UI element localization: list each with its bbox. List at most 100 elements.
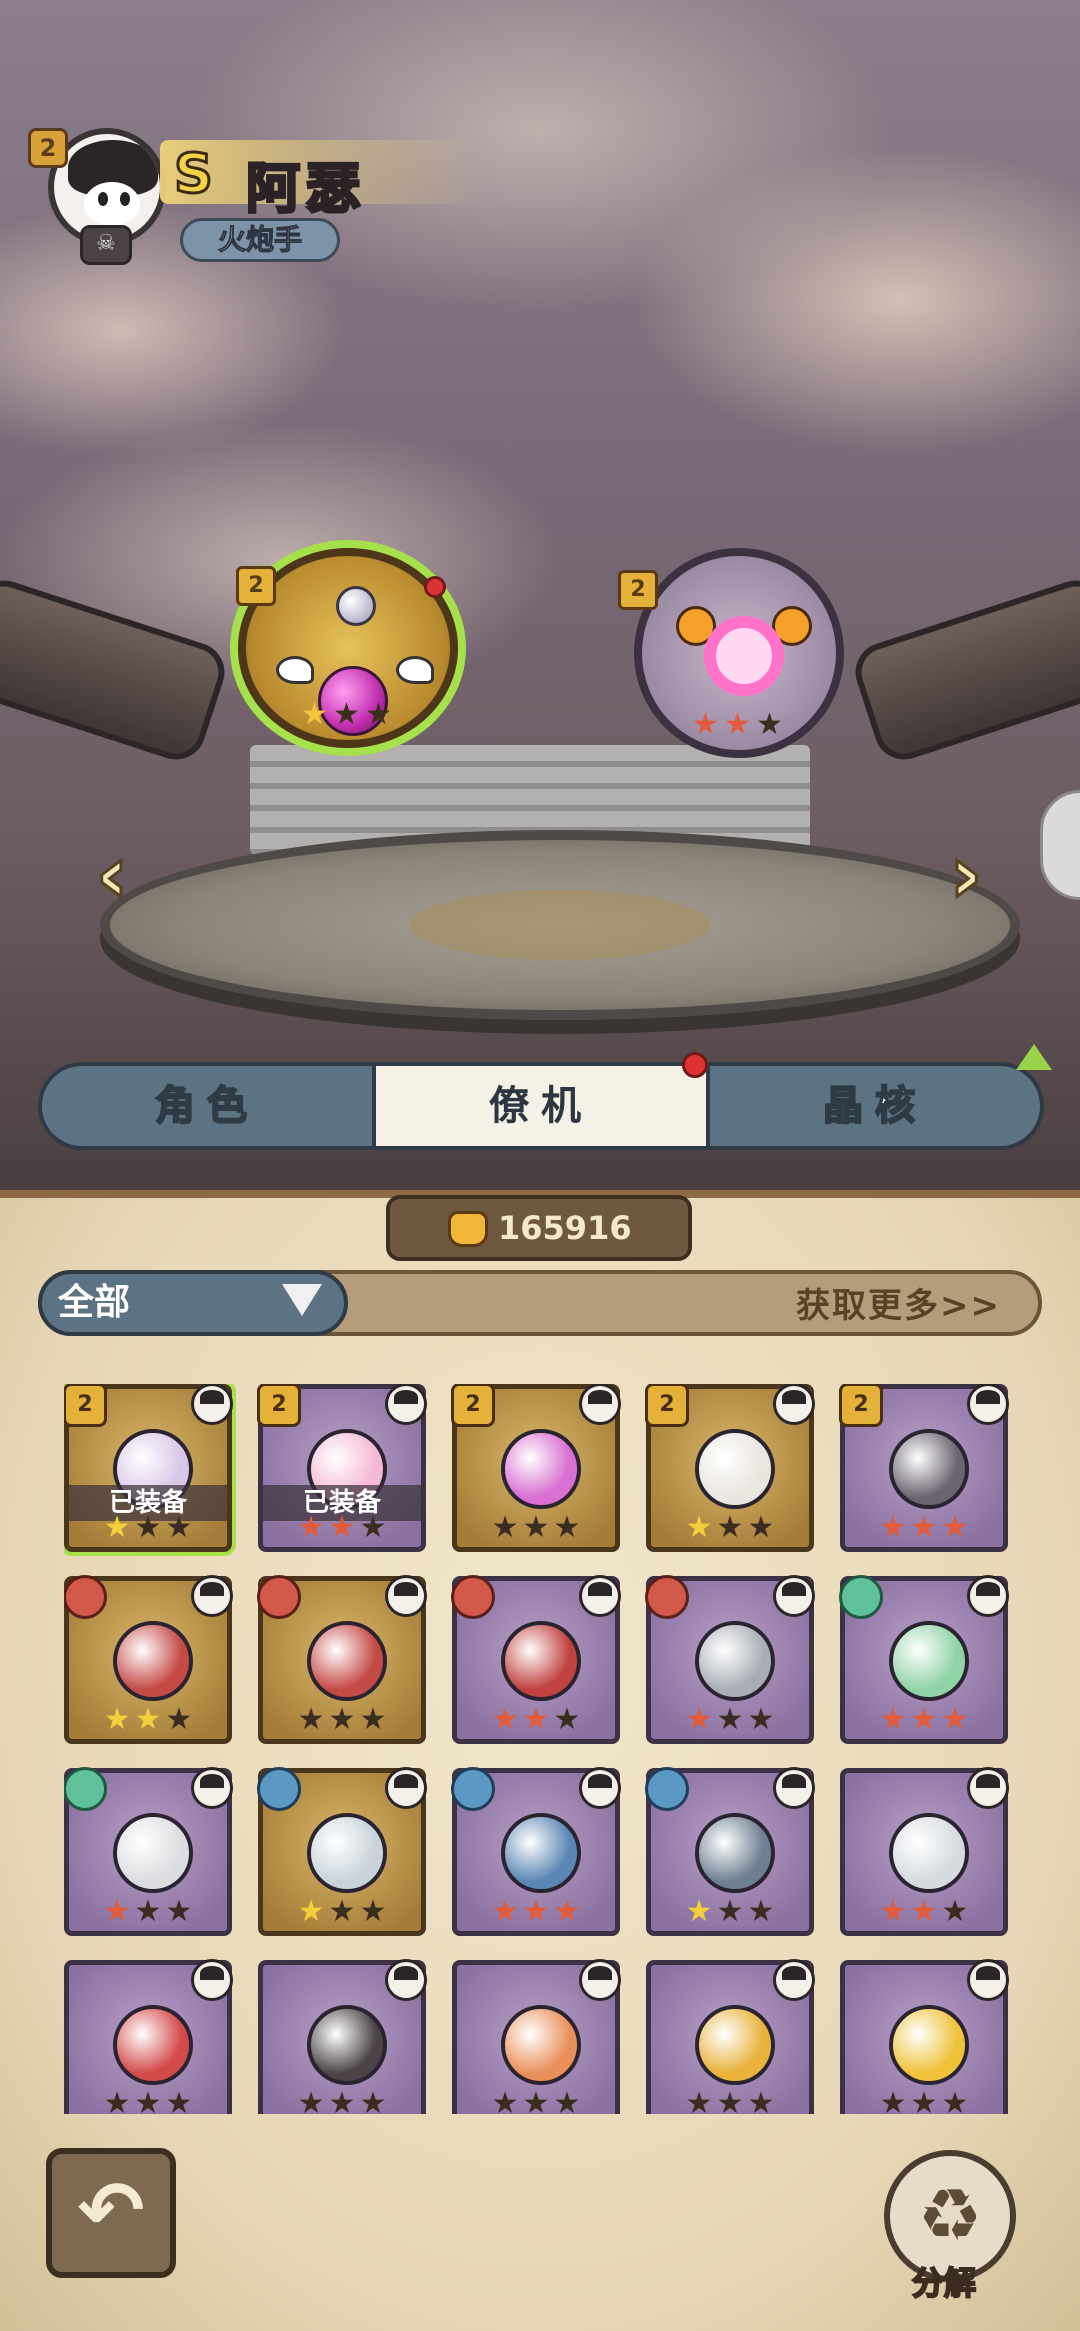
owner-avatar-icon xyxy=(967,1575,1009,1617)
filter-dropdown[interactable]: 全部 xyxy=(38,1270,348,1336)
wingman-item-icon xyxy=(113,1621,193,1701)
wingman-item-icon xyxy=(695,1813,775,1893)
star-icon: ★ xyxy=(553,1894,581,1929)
star-rating: ★ ★ ★ xyxy=(845,1897,1003,1927)
wingman-card[interactable]: ★ ★ ★ xyxy=(645,1767,815,1936)
star-icon: ★ xyxy=(165,2086,193,2115)
orb-icon xyxy=(336,586,376,626)
wingman-item-icon xyxy=(889,1429,969,1509)
element-badge-icon: 2 xyxy=(257,1384,301,1427)
recycle-icon: ♻ xyxy=(917,2173,983,2257)
tab-character[interactable]: 角色 xyxy=(42,1066,372,1146)
wingman-card[interactable]: 2 ★ ★ ★ xyxy=(451,1384,621,1552)
star-icon: ★ xyxy=(134,2086,162,2115)
wingman-item-icon xyxy=(695,1429,775,1509)
star-icon: ★ xyxy=(359,1702,387,1737)
tab-wingman[interactable]: 僚机 xyxy=(372,1052,710,1146)
wingman-card[interactable]: ★ ★ ★ xyxy=(840,1959,1009,2115)
star-icon: ★ xyxy=(103,1894,131,1929)
wingman-item-icon xyxy=(501,2005,581,2085)
star-icon: ★ xyxy=(297,2086,325,2115)
star-icon: ★ xyxy=(941,1510,969,1545)
star-rating: ★ ★ ★ xyxy=(263,1897,421,1927)
wingman-card[interactable]: ★ ★ ★ xyxy=(840,1767,1009,1936)
star-icon: ★ xyxy=(103,1702,131,1737)
star-icon: ★ xyxy=(359,1894,387,1929)
wingman-item-icon xyxy=(307,1813,387,1893)
star-icon: ★ xyxy=(685,1702,713,1737)
star-icon: ★ xyxy=(716,1894,744,1929)
star-icon: ★ xyxy=(134,1702,162,1737)
element-badge-icon xyxy=(257,1575,301,1619)
wingman-card[interactable]: ★ ★ ★ xyxy=(451,1575,621,1744)
owner-avatar-icon xyxy=(773,1767,815,1809)
owner-avatar-icon xyxy=(579,1575,621,1617)
element-badge-icon xyxy=(451,1575,495,1619)
owner-avatar-icon xyxy=(191,1384,233,1425)
star-rating: ★ ★ ★ xyxy=(845,2089,1003,2115)
back-button[interactable]: ↶ xyxy=(46,2148,176,2278)
star-rating: ★ ★ ★ xyxy=(457,1897,615,1927)
wingman-card[interactable]: ★ ★ ★ xyxy=(257,1575,427,1744)
owner-avatar-icon xyxy=(773,1959,815,2001)
wingman-card[interactable]: ★ ★ ★ xyxy=(645,1575,815,1744)
star-rating: ★ ★ ★ xyxy=(69,2086,227,2115)
wingman-card[interactable]: 2 已装备 ★ ★ ★ xyxy=(64,1384,233,1552)
slot-left-level-badge: 2 xyxy=(236,566,276,606)
wingman-item-icon xyxy=(113,2005,193,2085)
left-mech-arm xyxy=(0,572,233,768)
wingman-card[interactable]: ★ ★ ★ xyxy=(258,1959,427,2115)
wingman-card[interactable]: 2 已装备 ★ ★ ★ xyxy=(257,1384,427,1552)
wingman-card[interactable]: ★ ★ ★ xyxy=(452,1959,621,2115)
owner-avatar-icon xyxy=(191,1575,233,1617)
star-icon: ★ xyxy=(522,1702,550,1737)
owner-avatar-icon xyxy=(385,1959,427,2001)
wingman-card[interactable]: 2 ★ ★ ★ xyxy=(839,1384,1009,1552)
star-icon: ★ xyxy=(879,1702,907,1737)
star-icon: ★ xyxy=(941,1702,969,1737)
get-more-link[interactable]: 获取更多>> xyxy=(796,1278,1001,1327)
star-icon: ★ xyxy=(553,1702,581,1737)
hero-class-tag: 火炮手 xyxy=(180,218,340,262)
element-badge-icon xyxy=(839,1575,883,1619)
prev-arrow-button[interactable]: ‹ xyxy=(82,833,142,916)
wingman-card[interactable]: 2 ★ ★ ★ xyxy=(645,1384,815,1552)
currency-display: 165916 xyxy=(386,1195,692,1261)
element-badge-icon xyxy=(64,1767,107,1811)
tab-crystal-core[interactable]: 晶核 xyxy=(710,1044,1052,1146)
star-icon: ★ xyxy=(716,1702,744,1737)
wingman-card[interactable]: ★ ★ ★ xyxy=(257,1767,427,1936)
star-rating: ★ ★ ★ xyxy=(457,2086,615,2115)
star-icon: ★ xyxy=(522,1894,550,1929)
star-icon: ★ xyxy=(910,1510,938,1545)
wingman-grid: 2 已装备 ★ ★ ★ 2 已装备 ★ ★ ★ 2 ★ ★ ★ 2 ★ ★ ★ 2 ★ ★ ★ ★ ★ ★ ★ ★ ★ ★ ★ ★ ★ ★ ★ ★ ★… xyxy=(64,1384,1024,2114)
wingman-item-icon xyxy=(501,1813,581,1893)
wingman-card[interactable]: ★ ★ ★ xyxy=(646,1959,815,2114)
next-arrow-button[interactable]: › xyxy=(936,833,996,916)
star-icon: ★ xyxy=(165,1702,193,1737)
wingman-card[interactable]: ★ ★ ★ xyxy=(839,1575,1009,1744)
star-icon: ★ xyxy=(910,1894,938,1929)
tab-crystal-core-label: 晶核 xyxy=(822,1082,927,1130)
wingman-card[interactable]: ★ ★ ★ xyxy=(64,1767,233,1936)
slot-right-level-badge: 2 xyxy=(618,570,658,610)
wingman-card[interactable]: ★ ★ ★ xyxy=(64,1959,233,2115)
upgrade-arrow-icon xyxy=(1016,1044,1052,1070)
star-icon: ★ xyxy=(359,2086,387,2115)
star-icon: ★ xyxy=(165,1894,193,1929)
wingman-item-icon xyxy=(501,1429,581,1509)
owner-avatar-icon xyxy=(579,1959,621,2001)
star-icon: ★ xyxy=(134,1894,162,1929)
wingman-item-icon xyxy=(889,1621,969,1701)
star-icon: ★ xyxy=(328,1702,356,1737)
star-icon: ★ xyxy=(103,1510,131,1545)
wingman-card[interactable]: ★ ★ ★ xyxy=(451,1767,621,1936)
star-rating: ★ ★ ★ xyxy=(263,1513,421,1543)
owner-avatar-icon xyxy=(967,1384,1009,1425)
star-icon: ★ xyxy=(553,1510,581,1545)
wingman-slot-right[interactable]: ★ ★ ★ xyxy=(634,548,844,758)
filter-selected: 全部 xyxy=(58,1282,131,1323)
wingman-card[interactable]: ★ ★ ★ xyxy=(64,1575,233,1744)
star-icon: ★ xyxy=(553,2086,581,2115)
owner-avatar-icon xyxy=(773,1575,815,1617)
